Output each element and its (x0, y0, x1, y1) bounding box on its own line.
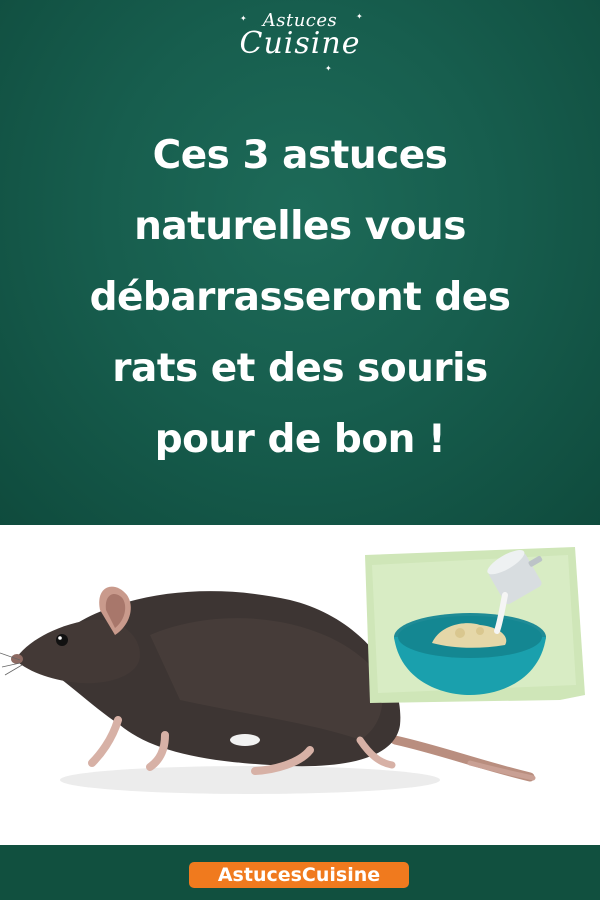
header-panel: Astuces Cuisine ✦ ✦ ✦ Ces 3 astuces natu… (0, 0, 600, 525)
photo-illustration (0, 547, 585, 794)
footer-bar: AstucesCuisine (0, 845, 600, 900)
logo-text-cuisine: Cuisine (239, 26, 361, 61)
sparkle-icon: ✦ (240, 14, 247, 23)
headline-line: Ces 3 astuces (152, 133, 448, 178)
sparkle-icon: ✦ (356, 12, 363, 21)
headline-line: rats et des souris (112, 346, 488, 391)
headline-line: débarrasseront des (89, 275, 511, 320)
headline: Ces 3 astuces naturelles vous débarrasse… (20, 120, 580, 475)
headline-line: pour de bon ! (154, 417, 446, 462)
sparkle-icon: ✦ (325, 64, 332, 73)
bowl-image (365, 547, 585, 703)
headline-line: naturelles vous (134, 204, 466, 249)
site-logo: Astuces Cuisine ✦ ✦ ✦ (200, 6, 400, 80)
photo-area (0, 525, 600, 845)
brand-badge[interactable]: AstucesCuisine (189, 862, 409, 888)
